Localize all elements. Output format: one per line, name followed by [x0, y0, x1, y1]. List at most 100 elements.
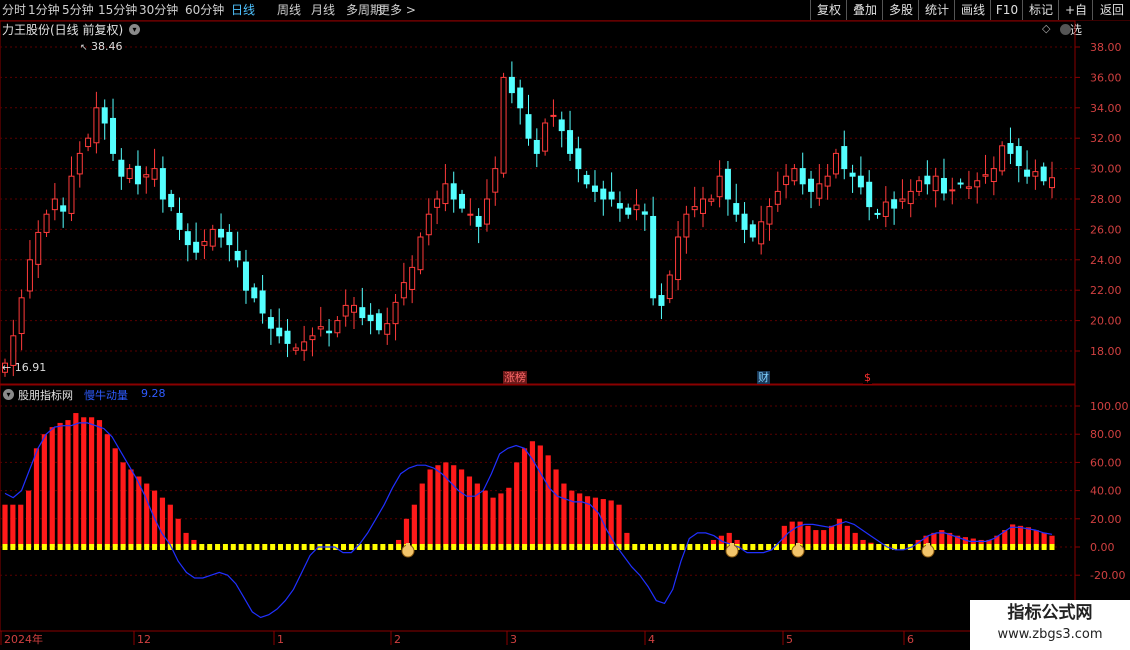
candle-body	[700, 198, 706, 214]
baseline-marker	[278, 544, 284, 550]
baseline-marker	[994, 544, 1000, 550]
baseline-marker	[41, 544, 47, 550]
date-label: 2024年	[4, 632, 43, 646]
candle-body	[650, 215, 657, 299]
date-axis: 2024年 12 1 2 3 4 5 6	[0, 631, 914, 646]
momentum-bar	[514, 462, 520, 547]
settings-circle-icon[interactable]	[1060, 24, 1071, 35]
baseline-marker	[498, 544, 504, 550]
baseline-marker	[466, 544, 472, 550]
event-marker-0[interactable]: 涨榜	[503, 371, 527, 384]
baseline-marker	[648, 544, 654, 550]
momentum-bars	[2, 413, 1055, 547]
momentum-bar	[789, 521, 795, 547]
money-bag-icon	[921, 544, 935, 558]
candle-body	[675, 236, 682, 281]
candle-body	[724, 168, 731, 200]
baseline-marker	[427, 544, 433, 550]
candle-body	[375, 313, 382, 331]
baseline-marker	[364, 544, 370, 550]
candle-body	[716, 175, 723, 198]
candle-body	[326, 330, 333, 334]
candle-body	[76, 152, 83, 175]
momentum-bar	[458, 469, 465, 547]
event-marker-1[interactable]: 财	[757, 371, 770, 384]
candle-body	[359, 307, 366, 319]
candle-body	[384, 323, 391, 335]
candle-body	[816, 183, 823, 199]
candle-body	[583, 174, 590, 185]
momentum-bar	[569, 490, 575, 547]
candle-body	[392, 301, 399, 325]
candle-body	[658, 295, 665, 306]
candle-body	[1007, 143, 1014, 154]
candle-body	[51, 198, 58, 211]
candle-body	[758, 221, 765, 245]
baseline-marker	[65, 544, 71, 550]
price-tick-label: 36.00	[1090, 71, 1122, 84]
candle-body	[434, 198, 441, 208]
indicator-menu-chevron-icon[interactable]: ▾	[3, 389, 14, 400]
candle-body	[267, 317, 274, 329]
stock-chart[interactable]: 38.0036.0034.0032.0030.0028.0026.0024.00…	[0, 0, 1130, 650]
baseline-marker	[569, 544, 575, 550]
main-panel-border	[0, 20, 1076, 385]
candle-body	[691, 206, 698, 211]
candle-body	[899, 198, 906, 202]
momentum-bar	[96, 420, 103, 547]
date-label: 1	[277, 633, 284, 646]
candle-body	[342, 304, 349, 317]
candle-body	[334, 320, 341, 334]
baseline-marker	[1025, 544, 1031, 550]
momentum-bar	[498, 493, 504, 547]
baseline-marker	[813, 544, 819, 550]
candle-body	[467, 213, 474, 216]
baseline-marker	[152, 544, 158, 550]
candle-body	[18, 297, 25, 335]
baseline-marker	[73, 544, 79, 550]
candle-body	[417, 236, 424, 271]
money-bag-neck	[796, 543, 800, 546]
date-label: 4	[648, 633, 655, 646]
date-label: 3	[510, 633, 517, 646]
candle-body	[93, 107, 100, 144]
baseline-marker	[939, 544, 945, 550]
momentum-bar	[33, 448, 40, 547]
baseline-marker	[388, 544, 394, 550]
baseline-marker	[372, 544, 378, 550]
momentum-bar	[167, 504, 173, 547]
candle-body	[284, 330, 291, 344]
baseline-marker	[33, 544, 39, 550]
baseline-marker	[655, 544, 661, 550]
baseline-marker	[112, 544, 118, 550]
chart-menu-chevron-icon[interactable]: ▾	[129, 24, 140, 35]
candle-body	[965, 186, 972, 189]
diamond-icon[interactable]: ◇	[1042, 22, 1050, 35]
momentum-bar	[561, 483, 567, 547]
candle-body	[990, 168, 997, 183]
candle-body	[367, 314, 374, 322]
indicator-axis: 100.00 80.00 60.00 40.00 20.00 0.00 -20.00	[1075, 400, 1129, 582]
momentum-bar	[844, 525, 850, 547]
grid-lines	[0, 46, 1075, 576]
event-marker-2[interactable]: $	[863, 371, 872, 384]
indicator-name[interactable]: 慢牛动量	[84, 387, 128, 403]
baseline-marker	[18, 544, 24, 550]
candle-body	[1032, 171, 1039, 177]
money-bag-neck	[406, 543, 410, 546]
baseline-marker	[183, 544, 189, 550]
baseline-marker	[624, 544, 630, 550]
baseline-marker	[821, 544, 827, 550]
baseline-marker	[955, 544, 961, 550]
baseline-marker	[632, 544, 638, 550]
baseline-marker	[537, 544, 543, 550]
baseline-marker	[1033, 544, 1039, 550]
momentum-bar	[419, 483, 425, 547]
baseline-marker	[978, 544, 984, 550]
candle-body	[683, 213, 690, 238]
baseline-marker	[1049, 544, 1055, 550]
candle-body	[841, 146, 848, 170]
baseline-marker	[805, 544, 811, 550]
candle-body	[201, 241, 208, 246]
momentum-bar	[490, 497, 496, 547]
